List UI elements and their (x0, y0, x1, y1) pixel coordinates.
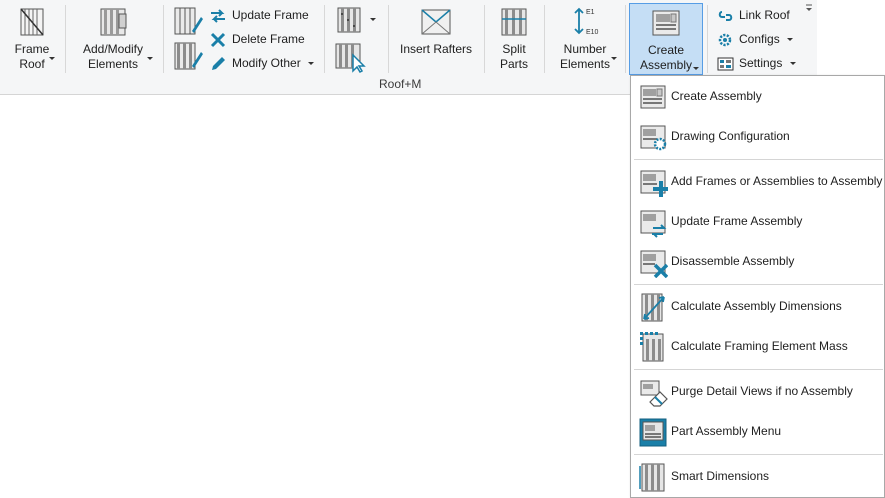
smart-dimensions-icon (639, 463, 665, 492)
gear-icon (718, 33, 732, 47)
menu-item-create-assembly[interactable]: Create Assembly (634, 77, 881, 117)
menu-item-label: Purge Detail Views if no Assembly (671, 384, 853, 398)
menu-item-label: Part Assembly Menu (671, 424, 782, 438)
insert-rafters-label: Insert Rafters (399, 42, 473, 56)
frame-roof-label-1: Frame (14, 42, 50, 56)
split-parts-icon (501, 8, 527, 36)
menu-item-smart-dimensions[interactable]: Smart Dimensions (634, 457, 881, 497)
menu-item-update-frame-assembly[interactable]: Update Frame Assembly (634, 202, 881, 242)
number-elements-button[interactable]: E1 E10 Number Elements (553, 6, 617, 72)
number-bottom-tag: E10 (586, 29, 599, 36)
configs-label: Configs (739, 32, 780, 46)
mass-icon (640, 332, 664, 362)
settings-icon (717, 57, 734, 71)
add-to-assembly-icon (640, 170, 668, 197)
menu-item-label: Add Frames or Assemblies to Assembly (671, 174, 883, 188)
add-modify-elements-icon (100, 8, 127, 36)
frame-roof-icon (20, 8, 44, 36)
create-assembly-caret[interactable] (693, 67, 699, 70)
frame-roof-label-2: Roof (19, 57, 45, 71)
frame-tool-caret[interactable] (370, 18, 376, 21)
frame-edit-icon-top[interactable] (172, 5, 204, 37)
menu-item-label: Calculate Assembly Dimensions (671, 299, 842, 313)
create-assembly-button[interactable]: Create Assembly (629, 3, 703, 75)
delete-frame-button[interactable]: Delete Frame (209, 28, 305, 50)
update-arrows-icon (211, 9, 225, 23)
add-modify-label-2: Elements (87, 57, 139, 71)
menu-item-purge-detail-views[interactable]: Purge Detail Views if no Assembly (634, 372, 881, 412)
insert-rafters-button[interactable]: Insert Rafters (397, 6, 475, 72)
delete-x-icon (210, 32, 226, 47)
ribbon-overflow-icon[interactable] (803, 2, 815, 14)
menu-item-label: Smart Dimensions (671, 469, 770, 483)
add-modify-label-1: Add/Modify (82, 42, 144, 56)
number-elements-caret[interactable] (611, 57, 617, 60)
number-elements-label-2: Elements (559, 57, 611, 71)
menu-item-label: Disassemble Assembly (671, 254, 795, 268)
modify-other-label: Modify Other (232, 56, 301, 70)
panel-title: Roof+M (379, 77, 422, 91)
number-elements-label-1: Number (563, 42, 607, 56)
dimensions-icon (641, 293, 665, 322)
update-frame-button[interactable]: Update Frame (209, 4, 309, 26)
update-assembly-icon (640, 210, 667, 238)
menu-item-drawing-configuration[interactable]: Drawing Configuration (634, 117, 881, 157)
create-assembly-icon (640, 85, 666, 109)
split-parts-label-1: Split (502, 42, 526, 56)
frame-edit-icon-bottom[interactable] (172, 40, 204, 72)
add-modify-elements-button[interactable]: Add/Modify Elements (74, 6, 152, 72)
insert-rafters-icon (421, 9, 451, 35)
menu-item-label: Drawing Configuration (671, 129, 790, 143)
settings-caret (789, 62, 796, 66)
create-assembly-label-1: Create (647, 43, 685, 57)
menu-item-calculate-dimensions[interactable]: Calculate Assembly Dimensions (634, 287, 881, 327)
create-assembly-label-2: Assembly (639, 58, 692, 72)
number-top-tag: E1 (586, 9, 595, 16)
menu-item-calculate-mass[interactable]: Calculate Framing Element Mass (634, 327, 881, 367)
split-parts-button[interactable]: Split Parts (493, 6, 535, 72)
menu-item-label: Calculate Framing Element Mass (671, 339, 848, 353)
purge-icon (640, 380, 668, 407)
link-roof-icon (718, 10, 733, 21)
drawing-configuration-icon (640, 125, 667, 151)
number-elements-icon: E1 E10 (574, 7, 599, 36)
part-assembly-icon (639, 418, 667, 447)
configs-caret (787, 38, 794, 42)
link-roof-button[interactable]: Link Roof (717, 4, 790, 26)
frame-select-icon[interactable] (333, 41, 369, 73)
disassemble-icon (640, 250, 668, 278)
add-modify-dropdown-caret[interactable] (147, 57, 153, 60)
frame-tool-icon[interactable] (335, 5, 365, 35)
menu-item-add-frames[interactable]: Add Frames or Assemblies to Assembly (634, 162, 883, 202)
frame-roof-button[interactable]: Frame Roof (8, 6, 56, 72)
menu-item-label: Create Assembly (671, 89, 762, 103)
configs-button[interactable]: Configs (717, 28, 794, 50)
delete-frame-label: Delete Frame (232, 32, 305, 46)
frame-roof-dropdown-caret[interactable] (49, 57, 55, 60)
menu-item-label: Update Frame Assembly (671, 214, 803, 228)
settings-label: Settings (739, 56, 783, 70)
menu-item-disassemble[interactable]: Disassemble Assembly (634, 242, 881, 282)
create-assembly-icon (652, 10, 680, 36)
pencil-icon (212, 56, 225, 70)
settings-button[interactable]: Settings (717, 52, 796, 74)
modify-other-button[interactable]: Modify Other (209, 52, 315, 74)
create-assembly-menu: Create Assembly Drawing Configuration Ad… (630, 75, 885, 498)
split-parts-label-2: Parts (499, 57, 528, 71)
menu-item-part-assembly-menu[interactable]: Part Assembly Menu (634, 412, 881, 452)
modify-other-caret (308, 62, 315, 66)
link-roof-label: Link Roof (739, 8, 790, 22)
update-frame-label: Update Frame (232, 8, 309, 22)
